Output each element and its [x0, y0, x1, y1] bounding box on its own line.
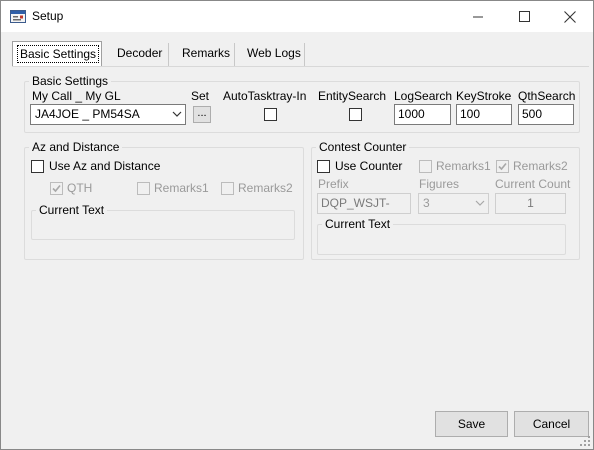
- qthsearch-label: QthSearch: [518, 89, 576, 103]
- contest-counter-legend: Contest Counter: [319, 140, 407, 154]
- cc-remarks1-label: Remarks1: [436, 159, 491, 173]
- figures-value: 3: [423, 196, 430, 210]
- tab-remarks[interactable]: Remarks: [175, 43, 235, 66]
- use-counter-checkbox[interactable]: [317, 160, 330, 173]
- az-distance-group: Az and Distance: [24, 140, 304, 260]
- cc-remarks2-label: Remarks2: [513, 159, 568, 173]
- az-current-text-group: Current Text: [31, 203, 295, 240]
- close-icon: [564, 10, 576, 23]
- resize-grip-icon[interactable]: [580, 436, 591, 447]
- window-title: Setup: [32, 9, 64, 23]
- minimize-icon: [472, 16, 483, 18]
- az-remarks2-checkbox[interactable]: [221, 182, 234, 195]
- maximize-icon: [518, 11, 530, 22]
- autotasktray-label: AutoTasktray-In: [223, 89, 307, 103]
- qth-label: QTH: [67, 181, 93, 195]
- check-icon: [52, 184, 61, 193]
- az-remarks2-label: Remarks2: [238, 181, 293, 195]
- tab-web-logs[interactable]: Web Logs: [240, 43, 305, 66]
- mycall-combo[interactable]: JA4JOE _ PM54SA: [30, 104, 186, 125]
- keystroke-input[interactable]: 100: [456, 104, 512, 125]
- cc-remarks1-checkbox[interactable]: [419, 160, 432, 173]
- figures-combo[interactable]: 3: [418, 193, 489, 214]
- use-az-distance-checkbox[interactable]: [31, 160, 44, 173]
- current-count-input[interactable]: 1: [495, 193, 566, 214]
- figures-label: Figures: [419, 177, 460, 191]
- cc-remarks2-checkbox[interactable]: [496, 160, 509, 173]
- tab-decoder[interactable]: Decoder: [110, 43, 169, 66]
- use-az-distance-label: Use Az and Distance: [49, 159, 161, 173]
- use-counter-label: Use Counter: [335, 159, 403, 173]
- maximize-button[interactable]: [501, 1, 547, 32]
- az-remarks1-checkbox[interactable]: [137, 182, 150, 195]
- close-button[interactable]: [547, 1, 593, 32]
- set-label: Set: [191, 89, 210, 103]
- basic-settings-legend: Basic Settings: [32, 74, 109, 88]
- prefix-label: Prefix: [318, 177, 349, 191]
- save-button[interactable]: Save: [435, 411, 508, 437]
- minimize-button[interactable]: [455, 1, 501, 32]
- keystroke-label: KeyStroke: [456, 89, 512, 103]
- prefix-input[interactable]: DQP_WSJT-: [317, 193, 411, 214]
- cc-current-text-group: Current Text: [317, 217, 566, 255]
- tab-basic-settings-label: Basic Settings: [16, 45, 100, 63]
- cancel-button[interactable]: Cancel: [514, 411, 589, 437]
- title-bar[interactable]: Setup: [1, 1, 593, 32]
- tab-decoder-label: Decoder: [117, 46, 163, 60]
- autotasktray-checkbox[interactable]: [264, 108, 277, 121]
- chevron-down-icon: [475, 200, 485, 206]
- az-distance-legend: Az and Distance: [32, 140, 120, 154]
- logsearch-label: LogSearch: [394, 89, 453, 103]
- qthsearch-input[interactable]: 500: [518, 104, 574, 125]
- tab-remarks-label: Remarks: [182, 46, 231, 60]
- setup-window: Setup Basic Settings Decoder Remarks Web…: [0, 0, 594, 450]
- logsearch-input[interactable]: 1000: [394, 104, 451, 125]
- tab-basic-settings[interactable]: Basic Settings: [12, 41, 102, 67]
- mycall-label: My Call _ My GL: [32, 89, 121, 103]
- current-count-label: Current Count: [495, 177, 571, 191]
- az-remarks1-label: Remarks1: [154, 181, 209, 195]
- mycall-value: JA4JOE _ PM54SA: [35, 107, 140, 121]
- cc-current-text-legend: Current Text: [325, 217, 391, 231]
- az-current-text-legend: Current Text: [39, 203, 105, 217]
- entitysearch-label: EntitySearch: [318, 89, 387, 103]
- entitysearch-checkbox[interactable]: [349, 108, 362, 121]
- chevron-down-icon: [172, 111, 182, 117]
- tab-web-logs-label: Web Logs: [247, 46, 301, 60]
- setup-app-icon: [10, 9, 26, 24]
- qth-checkbox[interactable]: [50, 182, 63, 195]
- set-button[interactable]: ...: [193, 106, 211, 123]
- check-icon: [498, 162, 507, 171]
